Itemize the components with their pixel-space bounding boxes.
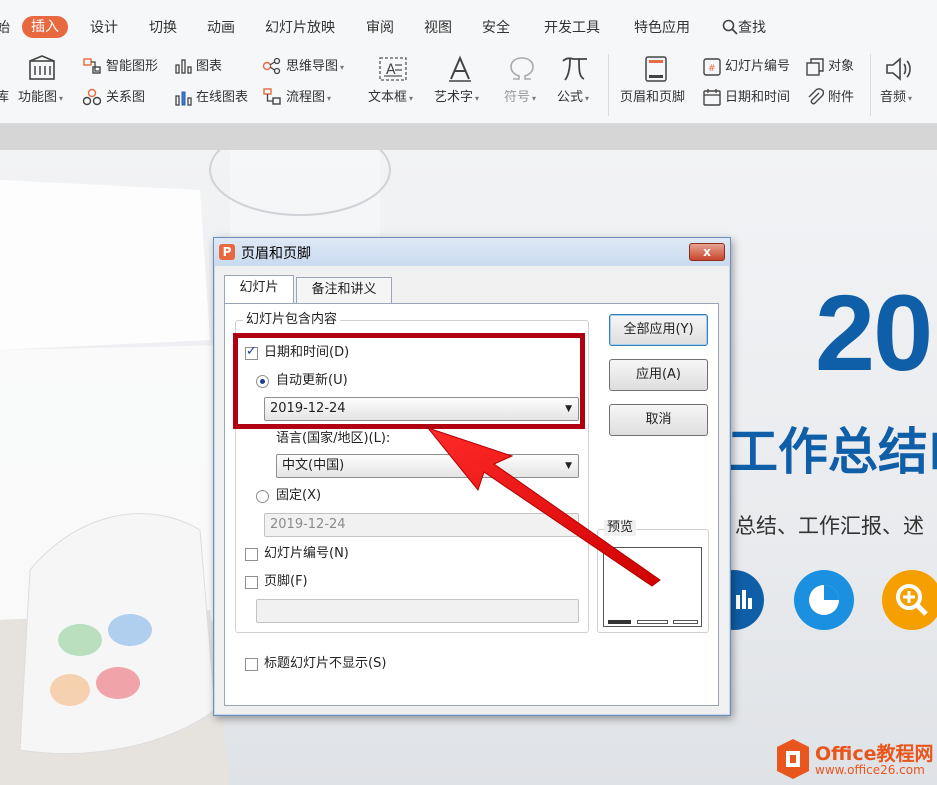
mind-map-icon (262, 57, 281, 75)
smart-shape-button[interactable]: 智能图形 (106, 58, 158, 76)
pie-chart-circle-icon (794, 570, 854, 630)
tab-transition[interactable]: 切换 (149, 17, 177, 39)
flow-chart-button[interactable]: 流程图 ▾ (286, 89, 331, 108)
mind-map-button[interactable]: 思维导图 ▾ (286, 58, 344, 77)
tab-review[interactable]: 审阅 (366, 17, 394, 39)
tab-slideshow[interactable]: 幻灯片放映 (265, 17, 335, 39)
language-label: 语言(国家/地区)(L): (276, 431, 391, 446)
language-value: 中文(中国) (282, 458, 345, 473)
arrow-annotation-icon (426, 426, 661, 587)
slide-subtitle: 总结、工作汇报、述 (735, 514, 924, 538)
footer-text-field[interactable] (256, 599, 579, 623)
ribbon-cut-label: 库 (0, 90, 10, 105)
workspace-gap (0, 124, 937, 150)
search-label: 查找 (738, 20, 766, 36)
relation-chart-icon (83, 88, 101, 106)
formula-icon (562, 57, 587, 81)
preview-footer-placeholder (637, 620, 668, 624)
preview-date-placeholder (608, 620, 631, 624)
slide-number-label[interactable]: 幻灯片编号(N) (264, 546, 349, 562)
group-label: 幻灯片包含内容 (243, 312, 341, 328)
ribbon-tab-bar: 始 插入 设计 切换 动画 幻灯片放映 审阅 视图 安全 开发工具 特色应用 查… (0, 0, 937, 44)
slide-title: 工作总结P (728, 423, 937, 481)
header-footer-icon (645, 56, 667, 82)
flow-chart-icon (263, 88, 281, 105)
tab-notes-handouts[interactable]: 备注和讲义 (296, 277, 392, 303)
hide-on-title-checkbox[interactable] (245, 658, 258, 671)
watermark: Office教程网 www.office26.com (775, 737, 935, 785)
object-button[interactable]: 对象 (828, 58, 854, 76)
tab-animation[interactable]: 动画 (207, 17, 235, 39)
search-icon (722, 19, 738, 35)
watermark-url: www.office26.com (815, 763, 925, 777)
svg-text:#: # (708, 64, 716, 74)
function-chart-button[interactable]: 功能图 ▾ (18, 89, 63, 108)
slide-number-checkbox[interactable] (245, 548, 258, 561)
apply-button[interactable]: 应用(A) (609, 359, 708, 391)
footer-checkbox[interactable] (245, 576, 258, 589)
tab-special[interactable]: 特色应用 (634, 17, 690, 39)
fixed-radio[interactable] (256, 490, 269, 503)
relation-chart-button[interactable]: 关系图 (106, 89, 145, 107)
object-icon (806, 58, 824, 76)
date-time-button[interactable]: 日期和时间 (725, 89, 790, 107)
tab-slide[interactable]: 幻灯片 (224, 275, 294, 303)
audio-button[interactable]: 音频 ▾ (880, 89, 912, 108)
apply-all-button[interactable]: 全部应用(Y) (609, 314, 708, 346)
tab-developer[interactable]: 开发工具 (544, 17, 600, 39)
footer-label[interactable]: 页脚(F) (264, 574, 308, 590)
header-footer-button[interactable]: 页眉和页脚 (620, 89, 685, 107)
slide-number-icon: # (703, 58, 721, 76)
tab-view[interactable]: 视图 (424, 17, 452, 39)
symbol-icon (510, 57, 534, 80)
text-box-button[interactable]: 文本框 ▾ (368, 89, 413, 108)
slide-year-text: 20 (815, 272, 933, 393)
audio-icon (886, 57, 911, 81)
date-time-icon (703, 89, 721, 106)
close-button[interactable]: x (689, 243, 725, 261)
dialog-title: 页眉和页脚 (241, 246, 311, 262)
slide-number-button[interactable]: 幻灯片编号 (725, 58, 790, 76)
text-box-icon: A (379, 57, 407, 81)
ribbon-separator (608, 54, 609, 116)
tab-design[interactable]: 设计 (90, 17, 118, 39)
attachment-button[interactable]: 附件 (828, 89, 854, 107)
tab-insert[interactable]: 插入 (22, 16, 68, 38)
chart-icon (175, 59, 192, 74)
zoom-circle-icon (882, 570, 937, 630)
fixed-date-value: 2019-12-24 (270, 517, 346, 532)
search-tab[interactable]: 查找 (722, 17, 766, 39)
chart-button[interactable]: 图表 (196, 58, 222, 76)
function-chart-icon (29, 55, 55, 80)
art-text-button[interactable]: 艺术字 ▾ (434, 89, 479, 108)
formula-button[interactable]: 公式 ▾ (557, 89, 589, 108)
hide-on-title-label[interactable]: 标题幻灯片不显示(S) (264, 656, 386, 672)
art-text-icon (449, 55, 471, 82)
attachment-icon (808, 88, 824, 105)
ribbon-separator (870, 54, 871, 116)
online-chart-icon (175, 91, 192, 106)
highlight-box (233, 333, 585, 429)
smart-shape-icon (83, 58, 101, 74)
fixed-label[interactable]: 固定(X) (276, 488, 321, 504)
online-chart-button[interactable]: 在线图表 (196, 89, 248, 107)
app-logo-icon: P (219, 244, 235, 260)
tab-start[interactable]: 始 (0, 17, 10, 39)
preview-number-placeholder (673, 620, 698, 624)
dialog-title-bar[interactable]: P 页眉和页脚 x (214, 238, 730, 266)
tab-security[interactable]: 安全 (482, 17, 510, 39)
symbol-button[interactable]: 符号 ▾ (504, 89, 536, 108)
office-logo-icon (777, 739, 809, 779)
watermark-brand: Office教程网 (815, 743, 934, 765)
